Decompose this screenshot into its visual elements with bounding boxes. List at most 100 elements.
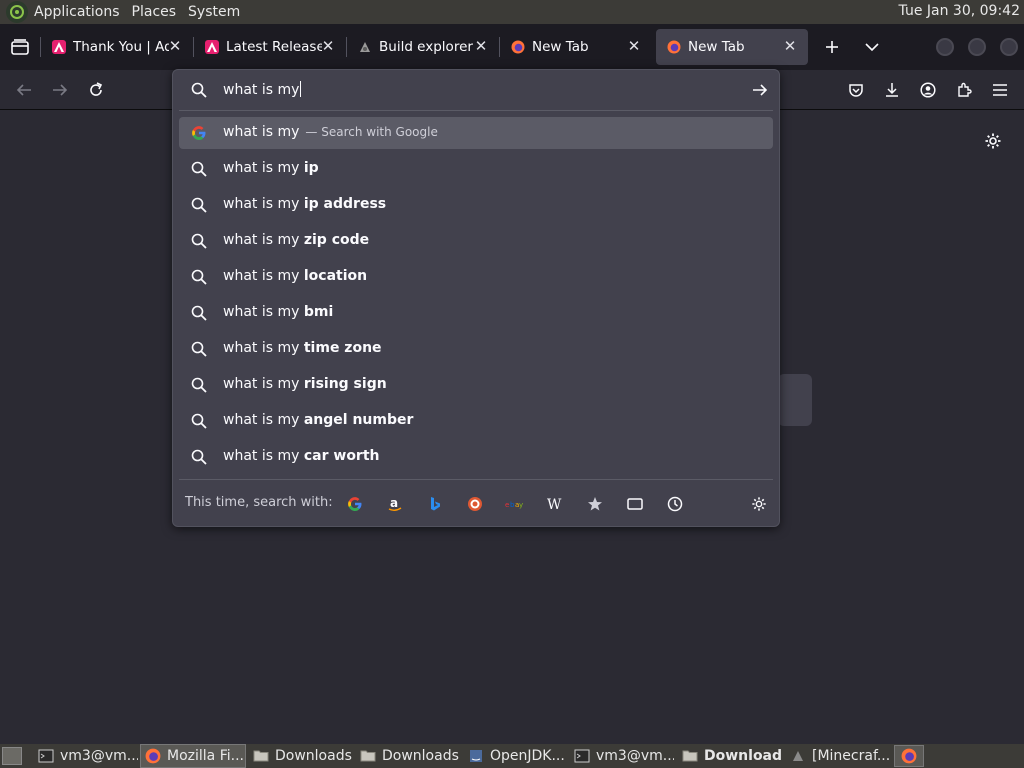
tab-latest-releases[interactable]: Latest Releases ✕ [194, 29, 346, 65]
urlbar-result-row[interactable]: what is my angel number [179, 405, 773, 437]
terminal-icon [574, 748, 590, 764]
tab-close-icon[interactable]: ✕ [782, 38, 798, 54]
tab-thank-you-adobe[interactable]: Thank You | Adobe ✕ [41, 29, 193, 65]
search-icon [191, 305, 207, 321]
maximize-button[interactable] [968, 38, 986, 56]
close-window-button[interactable] [1000, 38, 1018, 56]
download-icon [886, 83, 898, 97]
build-icon [357, 39, 373, 55]
folder-icon [682, 748, 698, 764]
bookmarks-icon[interactable] [585, 494, 605, 514]
oneoff-label: This time, search with: [185, 495, 333, 510]
hamburger-menu-icon [993, 84, 1007, 96]
urlbar-input[interactable]: what is my [223, 81, 302, 98]
svg-text:a: a [390, 496, 398, 510]
back-arrow-icon [16, 84, 31, 96]
tab-close-icon[interactable]: ✕ [473, 38, 489, 54]
list-all-tabs-button[interactable] [852, 29, 892, 65]
result-prefix: what is my [223, 268, 304, 284]
tab-close-icon[interactable]: ✕ [320, 38, 336, 54]
account-button[interactable] [916, 78, 940, 102]
taskbar-item[interactable]: Downloads [249, 744, 353, 768]
bottom-taskbar: vm3@vm... Mozilla Fi... Downloads Downloads… [0, 744, 1024, 768]
search-settings-gear-icon[interactable] [749, 494, 769, 514]
tab-build-explorer[interactable]: Build explorer | ✕ [347, 29, 499, 65]
reload-button[interactable] [84, 78, 108, 102]
result-suggestion: location [303, 268, 368, 284]
firefox-icon [145, 748, 161, 764]
urlbar-result-row[interactable]: what is my zip code [179, 225, 773, 257]
result-suggestion: rising sign [303, 376, 387, 392]
ebay-icon[interactable]: ebay [505, 494, 525, 514]
distro-logo-icon[interactable] [6, 1, 28, 23]
tab-new-tab[interactable]: New Tab ✕ [500, 29, 652, 65]
tab-close-icon[interactable]: ✕ [626, 38, 642, 54]
bing-icon[interactable] [425, 494, 445, 514]
app-menu-button[interactable] [988, 78, 1012, 102]
urlbar-result-row[interactable]: what is my rising sign [179, 369, 773, 401]
urlbar-result-row[interactable]: what is my car worth [179, 441, 773, 473]
search-icon [191, 197, 207, 213]
top-panel: Applications Places System Tue Jan 30, 0… [0, 0, 1024, 24]
urlbar-result-row[interactable]: what is my ip [179, 153, 773, 185]
taskbar-item[interactable]: OpenJDK... [464, 744, 568, 768]
applications-menu[interactable]: Applications [34, 4, 120, 20]
result-prefix: what is my [223, 124, 300, 140]
new-tab-button[interactable] [812, 29, 852, 65]
taskbar-item[interactable]: vm3@vm... [34, 744, 138, 768]
tabs-icon[interactable] [625, 494, 645, 514]
back-button[interactable] [12, 78, 36, 102]
amazon-icon[interactable]: a [385, 494, 405, 514]
urlbar-result-row[interactable]: what is my time zone [179, 333, 773, 365]
show-desktop-icon[interactable] [2, 747, 22, 765]
search-oneoff-bar: This time, search with: a ebay W [173, 486, 779, 522]
result-prefix: what is my [223, 232, 304, 248]
taskbar-item[interactable]: Downloads [356, 744, 460, 768]
shortcut-card[interactable] [778, 374, 812, 426]
customize-newtab-button[interactable] [982, 130, 1004, 152]
panel-clock[interactable]: Tue Jan 30, 09:42 [899, 3, 1020, 19]
taskbar-item-label: [Minecraf... [812, 748, 891, 764]
search-icon [191, 377, 207, 393]
taskbar-item[interactable]: vm3@vm... [570, 744, 674, 768]
plus-icon [826, 41, 838, 53]
pocket-button[interactable] [844, 78, 868, 102]
folder-icon [253, 748, 269, 764]
taskbar-item[interactable]: [Minecraf... [786, 744, 892, 768]
history-icon[interactable] [665, 494, 685, 514]
wikipedia-icon[interactable]: W [545, 494, 565, 514]
tab-close-icon[interactable]: ✕ [167, 38, 183, 54]
firefox-view-button[interactable] [0, 24, 40, 70]
adobe-icon [204, 39, 220, 55]
taskbar-item[interactable]: Downloads [678, 744, 782, 768]
places-menu[interactable]: Places [132, 4, 177, 20]
extensions-button[interactable] [952, 78, 976, 102]
go-arrow-icon[interactable] [751, 81, 769, 103]
workspace-firefox-icon[interactable] [894, 745, 924, 767]
result-suggestion: bmi [303, 304, 334, 320]
result-prefix: what is my [223, 412, 304, 428]
duckduckgo-icon[interactable] [465, 494, 485, 514]
puzzle-icon [958, 82, 972, 97]
forward-button[interactable] [48, 78, 72, 102]
taskbar-item-label: OpenJDK... [490, 748, 565, 764]
urlbar-result-row[interactable]: what is my location [179, 261, 773, 293]
urlbar-result-row[interactable]: what is my — Search with Google [179, 117, 773, 149]
minimize-button[interactable] [936, 38, 954, 56]
folder-icon [360, 748, 376, 764]
svg-text:W: W [547, 497, 562, 511]
minecraft-icon [790, 748, 806, 764]
google-icon[interactable] [345, 494, 365, 514]
tab-title: New Tab [532, 39, 589, 55]
tab-new-tab-active[interactable]: New Tab ✕ [656, 29, 808, 65]
urlbar-result-row[interactable]: what is my ip address [179, 189, 773, 221]
tab-strip: Thank You | Adobe ✕ Latest Releases ✕ Bu… [0, 24, 1024, 70]
system-menu[interactable]: System [188, 4, 240, 20]
urlbar-result-row[interactable]: what is my bmi [179, 297, 773, 329]
result-text: what is my time zone [223, 340, 382, 356]
taskbar-item-label: vm3@vm... [60, 748, 138, 764]
downloads-button[interactable] [880, 78, 904, 102]
tab-title: Build explorer | [379, 39, 475, 55]
taskbar-item[interactable]: Mozilla Fi... [140, 744, 246, 768]
urlbar-divider [179, 110, 773, 111]
